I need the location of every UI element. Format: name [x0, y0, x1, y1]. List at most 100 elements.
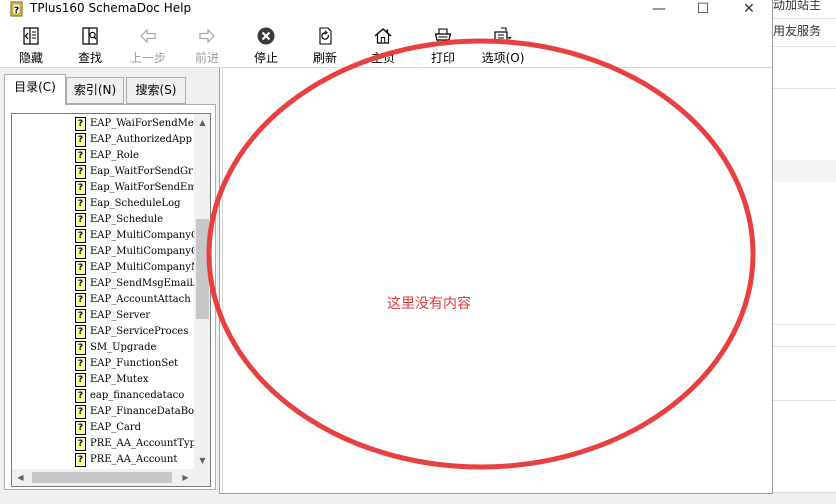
tree-item-label: EAP_Schedule: [90, 214, 164, 225]
horizontal-scroll-thumb[interactable]: [32, 472, 172, 483]
tree-item[interactable]: ? EAP_MultiCompanyG: [75, 244, 194, 260]
tree-item[interactable]: ? EAP_Mutex: [75, 372, 194, 388]
vertical-scroll-thumb[interactable]: [196, 219, 209, 319]
refresh-button-label: 刷新: [312, 51, 337, 65]
tree-item[interactable]: ? PRE_AA_Account: [75, 452, 194, 468]
tree-item-label: EAP_MultiCompanyC: [90, 230, 194, 241]
tree-item-label: EAP_Card: [90, 422, 142, 433]
help-topic-icon: ?: [75, 341, 86, 355]
horizontal-scrollbar[interactable]: ◀ ▶: [12, 469, 194, 486]
contents-panel: ? EAP_WaiForSendMes? EAP_AuthorizedApp? EAP…: [4, 104, 216, 490]
help-topic-icon: ?: [75, 309, 86, 323]
help-topic-icon-glyph: ?: [77, 247, 84, 257]
help-topic-icon-glyph: ?: [77, 375, 84, 385]
help-topic-icon-glyph: ?: [77, 343, 84, 353]
navigation-pane: 目录(C) 索引(N) 搜索(S) ? EAP_WaiForSendMes? EAP…: [0, 68, 220, 494]
tree-item-label: EAP_Role: [90, 150, 139, 161]
scroll-left-arrow-icon[interactable]: ◀: [12, 469, 29, 486]
background-divider: [773, 324, 836, 325]
home-button[interactable]: 主页: [356, 24, 410, 66]
tree-item[interactable]: ? EAP_ServiceProces: [75, 324, 194, 340]
options-icon: [494, 27, 512, 44]
tab-index[interactable]: 索引(N): [66, 77, 124, 104]
printer-icon: [434, 28, 452, 45]
hide-pane-icon: [23, 27, 39, 45]
back-arrow-icon: [140, 28, 156, 44]
vertical-scrollbar[interactable]: ▲ ▼: [194, 114, 210, 469]
help-topic-icon-glyph: ?: [77, 199, 84, 209]
background-divider: [773, 400, 836, 401]
stop-button[interactable]: 停止: [239, 24, 293, 66]
close-button[interactable]: ✕: [726, 0, 772, 20]
help-topic-icon-glyph: ?: [77, 295, 84, 305]
minimize-button[interactable]: —: [636, 0, 682, 20]
background-app: 动加站主 用友服务: [773, 0, 836, 504]
find-button[interactable]: 查找: [63, 24, 117, 66]
tree-item[interactable]: ? EAP_Server: [75, 308, 194, 324]
toolbar: 隐藏 查找 上一步 前进 停止 刷新 主页 打印 选项(O): [0, 20, 772, 68]
tree-item[interactable]: ? eap_financedataco: [75, 388, 194, 404]
back-button[interactable]: 上一步: [121, 24, 175, 66]
tree-item-label: EAP_AuthorizedApp: [90, 134, 192, 145]
help-topic-icon: ?: [75, 373, 86, 387]
help-window: ? TPlus160 SchemaDoc Help — ☐ ✕ 隐藏 查找 上一…: [0, 0, 773, 494]
help-topic-icon-glyph: ?: [77, 391, 84, 401]
tree-item-label: EAP_Server: [90, 310, 151, 321]
home-button-label: 主页: [370, 51, 395, 65]
hide-button-label: 隐藏: [18, 51, 43, 65]
forward-button[interactable]: 前进: [180, 24, 234, 66]
help-topic-icon: ?: [75, 357, 86, 371]
tree-item[interactable]: ? EAP_SendMsgEmailA: [75, 276, 194, 292]
tree-item-label: EAP_FunctionSet: [90, 358, 179, 369]
help-topic-icon: ?: [75, 149, 86, 163]
tree-item[interactable]: ? EAP_AccountAttach: [75, 292, 194, 308]
find-button-label: 查找: [77, 51, 102, 65]
tab-search[interactable]: 搜索(S): [126, 77, 186, 104]
scroll-up-arrow-icon[interactable]: ▲: [194, 114, 210, 131]
help-topic-icon: ?: [75, 165, 86, 179]
tree-item[interactable]: ? PRE_AA_AccountTyp: [75, 436, 194, 452]
help-topic-icon: ?: [75, 277, 86, 291]
tree-item[interactable]: ? SM_Upgrade: [75, 340, 194, 356]
help-topic-icon: ?: [75, 181, 86, 195]
help-topic-icon-glyph: ?: [77, 135, 84, 145]
help-topic-icon-glyph: ?: [77, 423, 84, 433]
help-topic-icon: ?: [75, 261, 86, 275]
tree-item-label: EAP_SendMsgEmailA: [90, 278, 194, 289]
print-button-label: 打印: [430, 51, 455, 65]
tree-item[interactable]: ? EAP_MultiCompanyC: [75, 228, 194, 244]
refresh-button[interactable]: 刷新: [298, 24, 352, 66]
hide-button[interactable]: 隐藏: [4, 24, 58, 66]
tree-item[interactable]: ? EAP_FinanceDataBo: [75, 404, 194, 420]
scroll-down-arrow-icon[interactable]: ▼: [194, 452, 210, 469]
tree-item[interactable]: ? EAP_FunctionSet: [75, 356, 194, 372]
help-topic-icon: ?: [75, 197, 86, 211]
tree-item-label: eap_financedataco: [90, 390, 185, 401]
print-button[interactable]: 打印: [416, 24, 470, 66]
scroll-right-arrow-icon[interactable]: ▶: [177, 469, 194, 486]
tree-item-label: EAP_Mutex: [90, 374, 149, 385]
tree-item-label: EAP_FinanceDataBo: [90, 406, 194, 417]
tree-item[interactable]: ? EAP_Role: [75, 148, 194, 164]
help-topic-icon: ?: [75, 229, 86, 243]
home-icon: [374, 28, 392, 44]
forward-arrow-icon: [199, 28, 215, 44]
tree-item[interactable]: ? EAP_Schedule: [75, 212, 194, 228]
tree-item[interactable]: ? EAP_AuthorizedApp: [75, 132, 194, 148]
background-app-service-label[interactable]: 用友服务: [773, 22, 821, 39]
maximize-button[interactable]: ☐: [680, 0, 726, 20]
empty-content-message: 这里没有内容: [387, 296, 471, 312]
tree-item[interactable]: ? EAP_WaiForSendMes: [75, 116, 194, 132]
tree-item-label: PRE_AA_AccountTyp: [90, 438, 194, 449]
tree-item-label: EAP_MultiCompanyG: [90, 246, 194, 257]
tree-item[interactable]: ? EAP_MultiCompanyM: [75, 260, 194, 276]
help-topic-icon: ?: [75, 293, 86, 307]
tab-contents[interactable]: 目录(C): [4, 74, 66, 105]
tree-item[interactable]: ? Eap_WaitForSendEm: [75, 180, 194, 196]
help-topic-icon: ?: [75, 213, 86, 227]
options-button[interactable]: 选项(O): [476, 24, 530, 66]
tree-item[interactable]: ? Eap_WaitForSendGr: [75, 164, 194, 180]
tree-item[interactable]: ? EAP_Card: [75, 420, 194, 436]
tree-item[interactable]: ? Eap_ScheduleLog: [75, 196, 194, 212]
help-topic-icon-glyph: ?: [77, 119, 84, 129]
